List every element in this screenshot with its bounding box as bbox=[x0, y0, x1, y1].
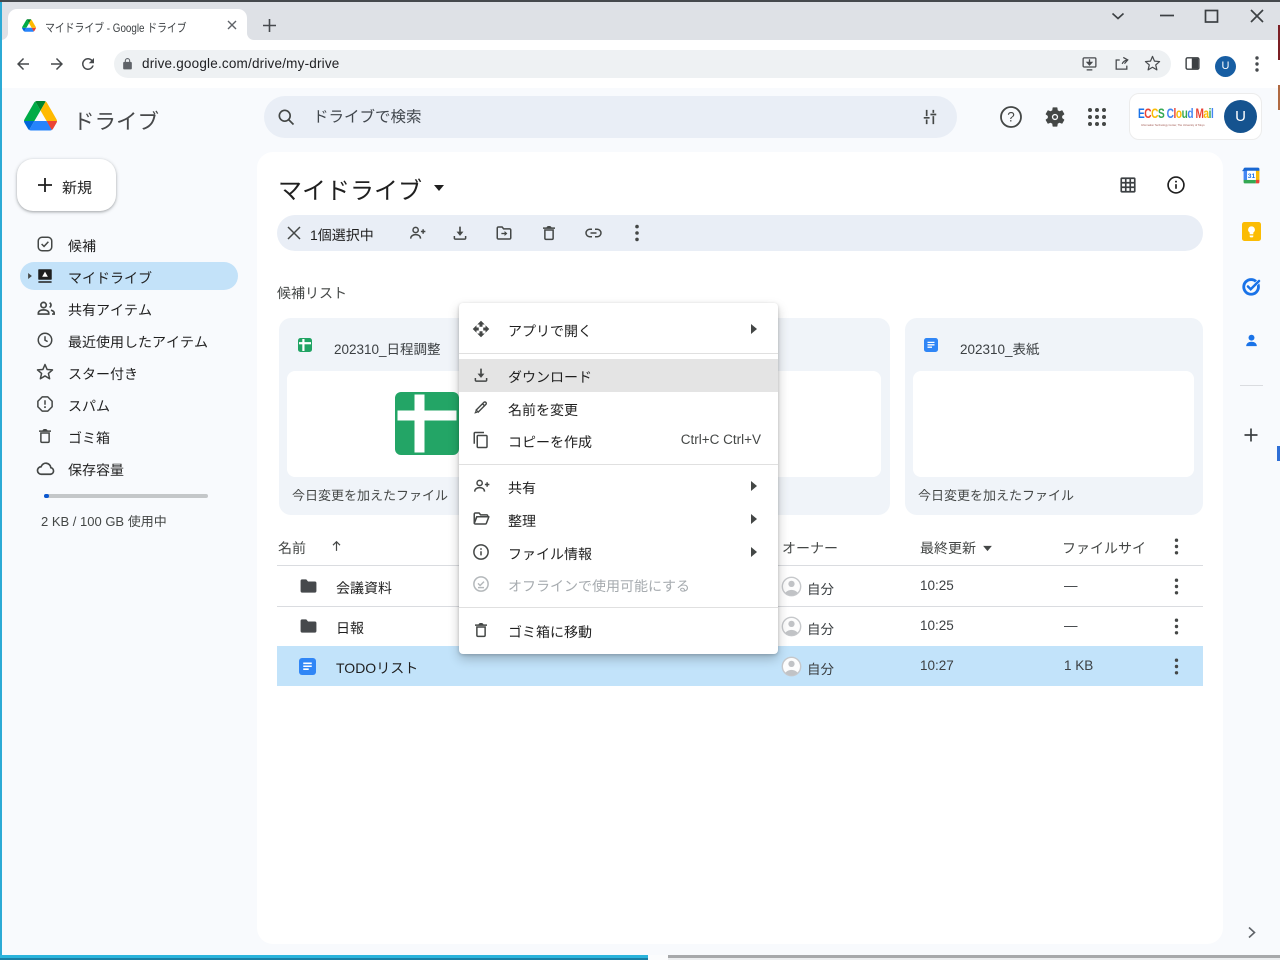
svg-text:31: 31 bbox=[1248, 173, 1256, 180]
svg-text:?: ? bbox=[1007, 110, 1015, 125]
